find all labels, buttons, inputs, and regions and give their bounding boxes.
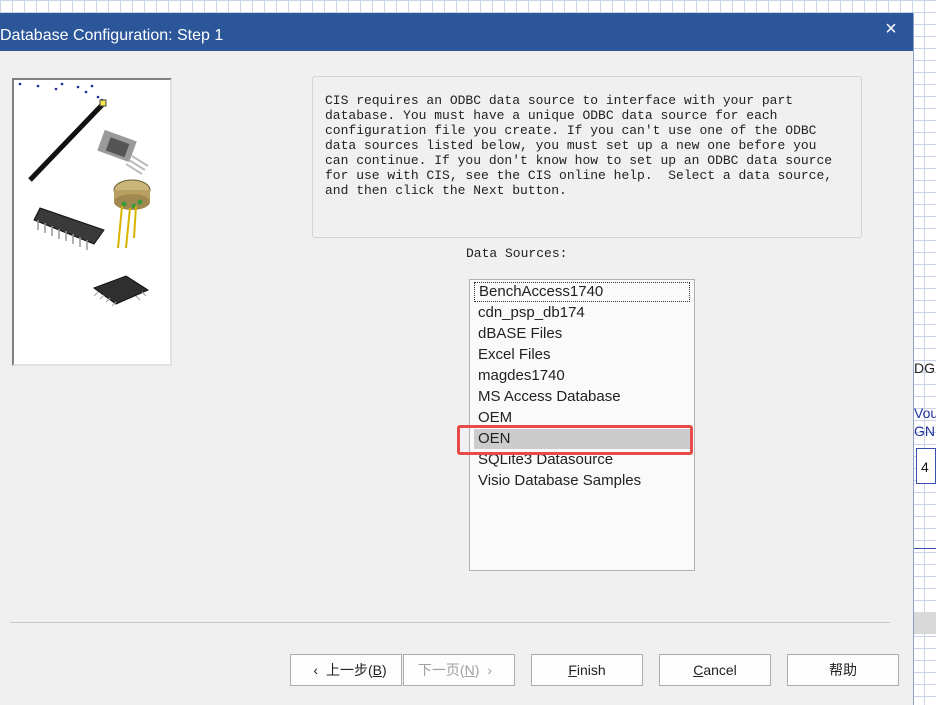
list-item-sqlite3-datasource[interactable]: SQLite3 Datasource: [474, 450, 690, 470]
components-illustration: [12, 78, 172, 366]
cancel-button[interactable]: Cancel: [659, 654, 771, 686]
database-configuration-dialog: Database Configuration: Step 1 × CIS req…: [0, 13, 914, 705]
data-sources-label: Data Sources:: [466, 246, 568, 261]
list-item-magdes1740[interactable]: magdes1740: [474, 366, 690, 386]
data-sources-listbox[interactable]: BenchAccess1740 cdn_psp_db174 dBASE File…: [469, 279, 695, 571]
electronic-components-icon: [18, 82, 151, 307]
finish-label: inish: [576, 662, 606, 678]
close-button[interactable]: ×: [879, 17, 903, 41]
chevron-left-icon: ‹: [313, 662, 318, 678]
instructions-text: CIS requires an ODBC data source to inte…: [325, 93, 833, 198]
list-item-ms-access-database[interactable]: MS Access Database: [474, 387, 690, 407]
list-item-oem[interactable]: OEM: [474, 408, 690, 428]
background-wire: [914, 548, 936, 549]
list-item-oen[interactable]: OEN: [474, 429, 690, 449]
cancel-accelerator: C: [693, 662, 704, 678]
next-label: 下一页(: [417, 662, 465, 678]
back-label-end: ): [382, 662, 387, 678]
next-label-end: ): [474, 662, 480, 678]
cancel-label: ancel: [703, 662, 737, 678]
next-button[interactable]: 下一页(N) ›: [403, 654, 515, 686]
finish-button[interactable]: Finish: [531, 654, 643, 686]
instructions-box: CIS requires an ODBC data source to inte…: [312, 76, 862, 238]
next-accelerator: N: [464, 662, 475, 678]
back-button[interactable]: ‹ 上一步(B): [290, 654, 402, 686]
help-button[interactable]: 帮助: [787, 654, 899, 686]
background-component-box: 4: [916, 448, 936, 484]
background-label-dg: DG: [914, 360, 935, 376]
background-label-vout: Vou: [914, 405, 936, 421]
finish-accelerator: F: [568, 662, 577, 678]
list-item-visio-database-samples[interactable]: Visio Database Samples: [474, 471, 690, 491]
background-scrollbar: [914, 612, 936, 634]
back-label: 上一步(: [325, 662, 373, 678]
list-item-benchaccess1740[interactable]: BenchAccess1740: [474, 282, 690, 302]
footer-separator: [10, 622, 890, 623]
title-bar[interactable]: Database Configuration: Step 1 ×: [0, 13, 913, 51]
dialog-title: Database Configuration: Step 1: [0, 27, 224, 44]
chevron-right-icon: ›: [487, 662, 493, 678]
back-accelerator: B: [372, 662, 382, 678]
list-item-dbase-files[interactable]: dBASE Files: [474, 324, 690, 344]
list-item-cdn-psp-db174[interactable]: cdn_psp_db174: [474, 303, 690, 323]
background-label-gnd: GND: [914, 423, 936, 439]
list-item-excel-files[interactable]: Excel Files: [474, 345, 690, 365]
